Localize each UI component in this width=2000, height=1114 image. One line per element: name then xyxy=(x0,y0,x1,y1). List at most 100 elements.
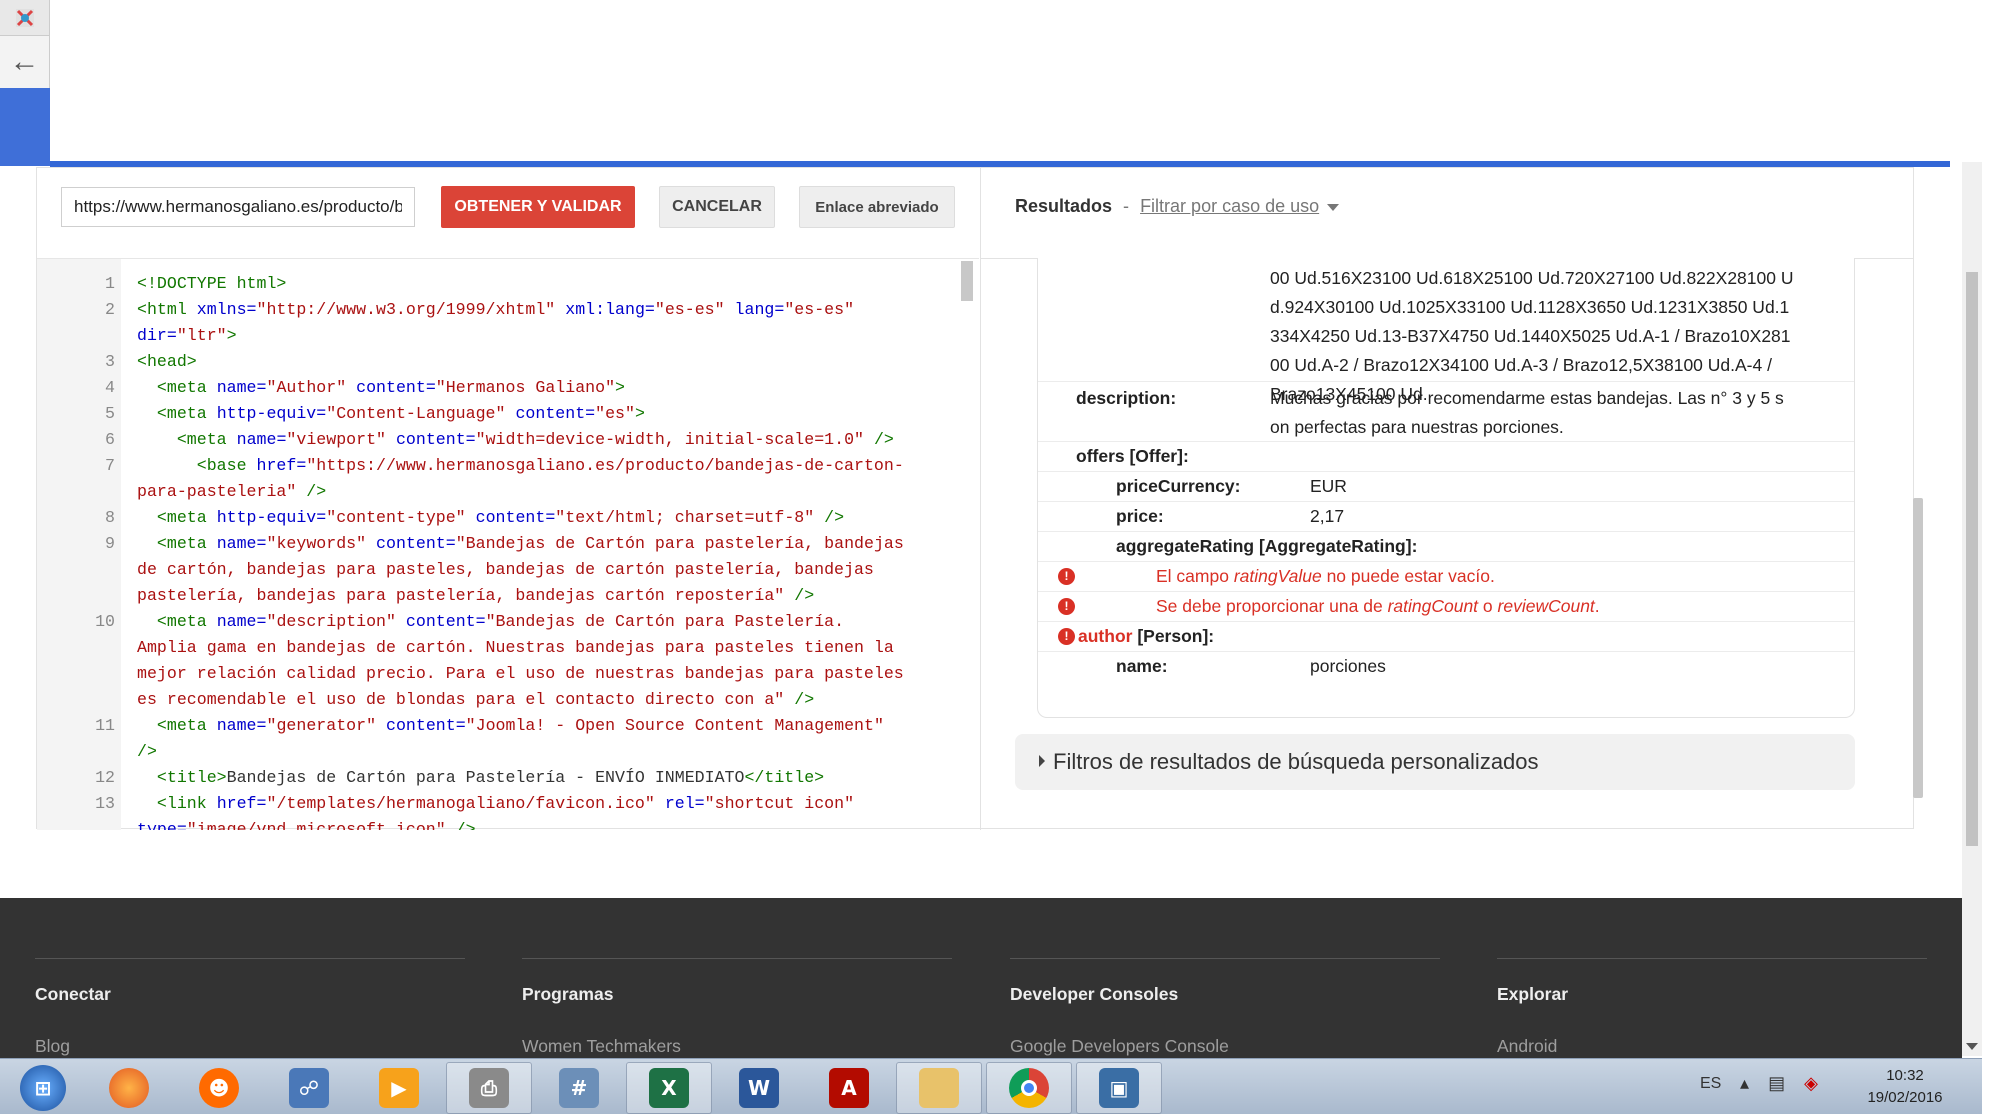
taskbar-media[interactable]: ▶ xyxy=(356,1062,442,1114)
footer-link[interactable]: Android xyxy=(1497,1036,1557,1057)
code-line: 6 <meta name="viewport" content="width=d… xyxy=(37,427,979,453)
error-rating-count: Se debe proporcionar una de ratingCount … xyxy=(1156,592,1600,621)
code-line: 7 <base href="https://www.hermanosgalian… xyxy=(37,453,979,479)
price-value: 2,17 xyxy=(1310,506,1345,526)
result-row-author: ! author [Person]: xyxy=(1038,622,1854,652)
cancel-button[interactable]: CANCELAR xyxy=(659,186,775,228)
short-link-button[interactable]: Enlace abreviado xyxy=(799,186,955,228)
chevron-right-icon xyxy=(1039,755,1045,768)
footer-link[interactable]: Women Techmakers xyxy=(522,1036,681,1057)
code-text: <meta name="generator" content="Joomla! … xyxy=(156,716,884,735)
page-scrollbar-thumb[interactable] xyxy=(1966,272,1978,846)
taskbar-firefox[interactable] xyxy=(86,1062,172,1114)
code-text: <base href="https://www.hermanosgaliano.… xyxy=(196,456,904,475)
code-line: 10 <meta name="description" content="Ban… xyxy=(37,609,979,635)
firefox-icon xyxy=(109,1068,149,1108)
error-icon: ! xyxy=(1058,568,1075,585)
line-number xyxy=(37,817,115,830)
code-line: dir="ltr"> xyxy=(37,323,979,349)
taskbar-acrobat[interactable]: A xyxy=(806,1062,892,1114)
error-rating-value: El campo ratingValue no puede estar vací… xyxy=(1156,562,1495,591)
footer-link[interactable]: Google Developers Console xyxy=(1010,1036,1229,1057)
back-button[interactable]: ← xyxy=(0,36,50,88)
footer-link[interactable]: Blog xyxy=(35,1036,70,1057)
chevron-down-icon[interactable] xyxy=(1327,203,1340,211)
taskbar-explorer[interactable] xyxy=(896,1062,982,1114)
code-text: mejor relación calidad precio. Para el u… xyxy=(137,664,904,683)
taskbar-smiley[interactable]: ☻ xyxy=(176,1062,262,1114)
code-editor[interactable]: 1 <!DOCTYPE html> 2 <html xmlns="http://www… xyxy=(37,258,979,830)
footer-divider xyxy=(1497,958,1927,959)
browser-tab[interactable] xyxy=(0,0,50,36)
taskbar-calculator[interactable]: # xyxy=(536,1062,622,1114)
error-text: Se debe proporcionar una de xyxy=(1156,596,1388,616)
browser-chrome: ← xyxy=(0,0,50,166)
code-line: 12 <title>Bandejas de Cartón para Pastel… xyxy=(37,765,979,791)
code-text: de cartón, bandejas para pasteles, bande… xyxy=(137,560,874,579)
result-row-aggregate-rating: aggregateRating [AggregateRating]: xyxy=(1038,532,1854,562)
code-text: <!DOCTYPE html> xyxy=(137,274,287,293)
footer-heading: Programas xyxy=(522,984,614,1004)
taskbar-word[interactable]: W xyxy=(716,1062,802,1114)
page-scrollbar[interactable] xyxy=(1962,162,1982,1056)
code-line: 1 <!DOCTYPE html> xyxy=(37,271,979,297)
line-number xyxy=(37,635,115,661)
url-input[interactable] xyxy=(61,187,415,227)
name-line: 00 Ud.516X23100 Ud.618X25100 Ud.720X2710… xyxy=(1270,268,1794,288)
line-number: 13 xyxy=(95,794,115,813)
filter-by-use-case-link[interactable]: Filtrar por caso de uso xyxy=(1140,196,1319,216)
validator-card: OBTENER Y VALIDAR CANCELAR Enlace abrevi… xyxy=(36,167,1923,830)
code-line: Amplia gama en bandejas de cartón. Nuest… xyxy=(37,635,979,661)
line-number: 8 xyxy=(105,508,115,527)
error-field: ratingValue xyxy=(1233,566,1322,586)
result-row-name: 00 Ud.516X23100 Ud.618X25100 Ud.720X2710… xyxy=(1038,264,1854,404)
result-row-offers: offers [Offer]: xyxy=(1038,442,1854,472)
start-button[interactable]: ⊞ xyxy=(0,1062,86,1114)
language-indicator[interactable]: ES xyxy=(1700,1075,1721,1093)
taskbar-network[interactable]: ☍ xyxy=(266,1062,352,1114)
aggregate-rating-key: aggregateRating [AggregateRating]: xyxy=(1116,536,1418,556)
results-scrollbar[interactable] xyxy=(1913,498,1923,798)
tray-expand-icon[interactable]: ▴ xyxy=(1740,1073,1749,1093)
line-number: 6 xyxy=(105,430,115,449)
code-line: 9 <meta name="keywords" content="Bandeja… xyxy=(37,531,979,557)
code-text: pastelería, bandejas para pastelería, ba… xyxy=(137,586,815,605)
custom-search-filters-bar[interactable]: Filtros de resultados de búsqueda person… xyxy=(1015,734,1855,790)
taskbar-excel[interactable]: X xyxy=(626,1062,712,1114)
fetch-validate-button[interactable]: OBTENER Y VALIDAR xyxy=(441,186,635,228)
tray-network-icon[interactable]: ▤ xyxy=(1768,1073,1785,1093)
scroll-down-arrow-icon[interactable] xyxy=(1966,1043,1978,1050)
result-row-description: description: Muchas gracias por recomend… xyxy=(1038,382,1854,442)
code-line: 4 <meta name="Author" content="Hermanos … xyxy=(37,375,979,401)
code-lines: 1 <!DOCTYPE html> 2 <html xmlns="http://www… xyxy=(37,271,979,830)
description-value: Muchas gracias por recomendarme estas ba… xyxy=(1270,384,1850,442)
validator-toolbar: OBTENER Y VALIDAR CANCELAR Enlace abrevi… xyxy=(37,168,979,258)
line-number: 3 xyxy=(105,352,115,371)
editor-scrollbar[interactable] xyxy=(961,261,973,301)
taskbar-remote-desktop[interactable]: ▣ xyxy=(1076,1062,1162,1114)
line-number: 9 xyxy=(105,534,115,553)
result-row-error-rating-value: ! El campo ratingValue no puede estar va… xyxy=(1038,562,1854,592)
system-tray[interactable]: ▴ ▤ ◈ xyxy=(1740,1073,1818,1094)
tray-volume-muted-icon[interactable]: ◈ xyxy=(1804,1073,1818,1093)
explorer-folder-icon xyxy=(919,1068,959,1108)
description-line: Muchas gracias por recomendarme estas ba… xyxy=(1270,388,1784,408)
code-text: Amplia gama en bandejas de cartón. Nuest… xyxy=(137,638,894,657)
description-key: description: xyxy=(1076,388,1177,408)
taskbar-clock[interactable]: 10:32 19/02/2016 xyxy=(1850,1065,1960,1109)
taskbar-chrome[interactable] xyxy=(986,1062,1072,1114)
code-text: <head> xyxy=(137,352,197,371)
line-number: 11 xyxy=(95,716,115,735)
excel-icon: X xyxy=(649,1068,689,1108)
start-orb-icon: ⊞ xyxy=(20,1065,66,1111)
code-line: pastelería, bandejas para pastelería, ba… xyxy=(37,583,979,609)
author-key-label: author xyxy=(1078,626,1133,646)
code-line: para-pasteleria" /> xyxy=(37,479,979,505)
result-row-price-currency: priceCurrency: EUR xyxy=(1038,472,1854,502)
results-title: Resultados xyxy=(1015,196,1113,216)
taskbar-printer[interactable]: ⎙ xyxy=(446,1062,532,1114)
site-footer: Conectar Blog Programas Women Techmakers… xyxy=(0,898,1962,1058)
error-field: ratingCount xyxy=(1387,596,1479,616)
author-name-value: porciones xyxy=(1310,656,1386,676)
error-icon: ! xyxy=(1058,628,1075,645)
